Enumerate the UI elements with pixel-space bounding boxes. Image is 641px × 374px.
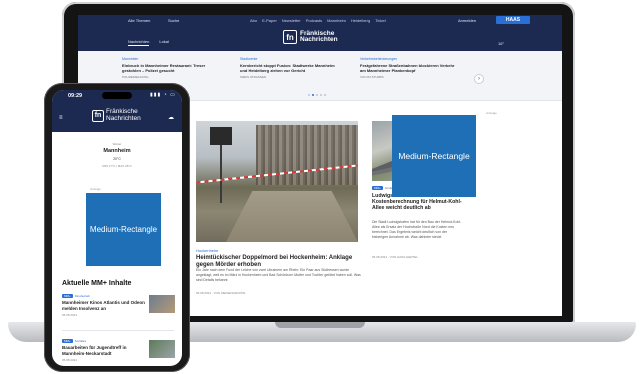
- haas-logo-button[interactable]: HAAS: [496, 16, 530, 24]
- logo-mark: fn: [92, 109, 104, 122]
- side-story-lead: Die Stadt Ludwigshafen hat für den Bau d…: [372, 220, 462, 239]
- side-story-meta: 05.08.2024 · VON HANS HERTEL: [372, 255, 418, 259]
- header-tabs: Nachrichten Lokal: [128, 39, 169, 46]
- tab-nachrichten[interactable]: Nachrichten: [128, 39, 150, 46]
- ad-label: Anzeige: [486, 111, 497, 115]
- main-story-image[interactable]: [196, 121, 358, 242]
- ticker-next-button[interactable]: ›: [474, 74, 484, 84]
- search-link[interactable]: Suche: [168, 18, 179, 23]
- main-nav: Abo E-Paper Newsletter Podcasts Mannheim…: [250, 18, 386, 23]
- nav-item[interactable]: Mannheim: [327, 18, 346, 23]
- login-link[interactable]: Anmelden: [458, 18, 476, 23]
- menu-icon[interactable]: ≡: [59, 115, 63, 121]
- site-logo[interactable]: fn Fränkische Nachrichten: [283, 30, 338, 44]
- laptop-notch: [275, 322, 365, 328]
- item-title[interactable]: Mannheimer Kinos Atlantis und Odeon meld…: [62, 300, 146, 311]
- main-story-meta: 05.08.2024 · VON MEDIENGRUPPE: [196, 291, 246, 295]
- phone-clock: 09:29: [68, 93, 83, 99]
- logo-wordmark: Fränkische Nachrichten: [106, 108, 141, 122]
- dynamic-island: [102, 92, 132, 99]
- nav-item[interactable]: Abo: [250, 18, 257, 23]
- nav-item[interactable]: E-Paper: [262, 18, 277, 23]
- mm-plus-badge: MM+: [372, 186, 383, 190]
- mm-plus-badge: MM+: [62, 339, 73, 343]
- item-thumbnail[interactable]: [149, 340, 175, 358]
- mm-plus-badge: MM+: [62, 294, 73, 298]
- divider: [62, 330, 174, 331]
- signal-battery-icon: ▮▮▮ ◔ ▭: [150, 92, 176, 98]
- nav-item[interactable]: Newsletter: [282, 18, 301, 23]
- menu-link[interactable]: Alle Themen: [128, 18, 150, 23]
- weather-cloud-icon[interactable]: ☁: [168, 114, 174, 121]
- medium-rectangle-ad[interactable]: Medium-Rectangle: [86, 193, 161, 266]
- nav-item[interactable]: Heidelberg: [351, 18, 370, 23]
- item-date: 05.08.2024: [62, 358, 78, 362]
- pagination-dot[interactable]: [308, 94, 310, 96]
- item-category: Soziales: [74, 339, 87, 343]
- logo-wordmark: Fränkische Nachrichten: [300, 30, 338, 43]
- ticker-item[interactable]: Stadtwerke Kernbericht stoppt Fusion: St…: [240, 57, 340, 79]
- ticker-item[interactable]: Mannheim Einbruch in Mannheimer Restaura…: [122, 57, 222, 79]
- phone-status-bar: 09:29 ▮▮▮ ◔ ▭: [52, 90, 182, 102]
- item-thumbnail[interactable]: [149, 295, 175, 313]
- device-mockup: Alle Themen Suche Abo E-Paper Newsletter…: [0, 0, 641, 374]
- medium-rectangle-ad[interactable]: Medium-Rectangle: [392, 115, 476, 197]
- pagination-dot-active[interactable]: [312, 94, 314, 96]
- main-story-headline[interactable]: Hockenheim Heimtückischer Doppelmord bei…: [196, 247, 361, 269]
- section-title: Aktuelle MM+ Inhalte: [62, 280, 132, 287]
- nav-item[interactable]: Podcasts: [306, 18, 322, 23]
- pagination-dot[interactable]: [316, 94, 318, 96]
- item-category: Kinobetrieb: [74, 294, 90, 298]
- nav-item[interactable]: Ticket: [375, 18, 386, 23]
- weather-location[interactable]: Wetter Mannheim 20°C MIN 17°C | MAX 26°C: [52, 142, 182, 168]
- ticker-pagination: [308, 94, 326, 96]
- tab-lokal[interactable]: Lokal: [159, 39, 169, 46]
- item-date: 05.08.2024: [62, 313, 78, 317]
- weather-widget[interactable]: 16°: [498, 41, 504, 46]
- pagination-dot[interactable]: [324, 94, 326, 96]
- phone-site-logo[interactable]: fn Fränkische Nachrichten: [92, 108, 141, 122]
- item-title[interactable]: Bauarbeiten für Jugendtreff in Mannheim-…: [62, 345, 146, 356]
- site-header: Alle Themen Suche Abo E-Paper Newsletter…: [78, 15, 562, 51]
- phone-site-header: ≡ fn Fränkische Nachrichten ☁: [52, 102, 182, 132]
- ad-label: Anzeige: [90, 187, 101, 191]
- main-story-lead: Ein Jahr nach dem Fund der Leiche von zw…: [196, 268, 361, 282]
- pagination-dot[interactable]: [320, 94, 322, 96]
- logo-mark: fn: [283, 30, 297, 44]
- ticker-item[interactable]: Verkehrsbehinderungen Festgefahrene Stra…: [360, 57, 460, 79]
